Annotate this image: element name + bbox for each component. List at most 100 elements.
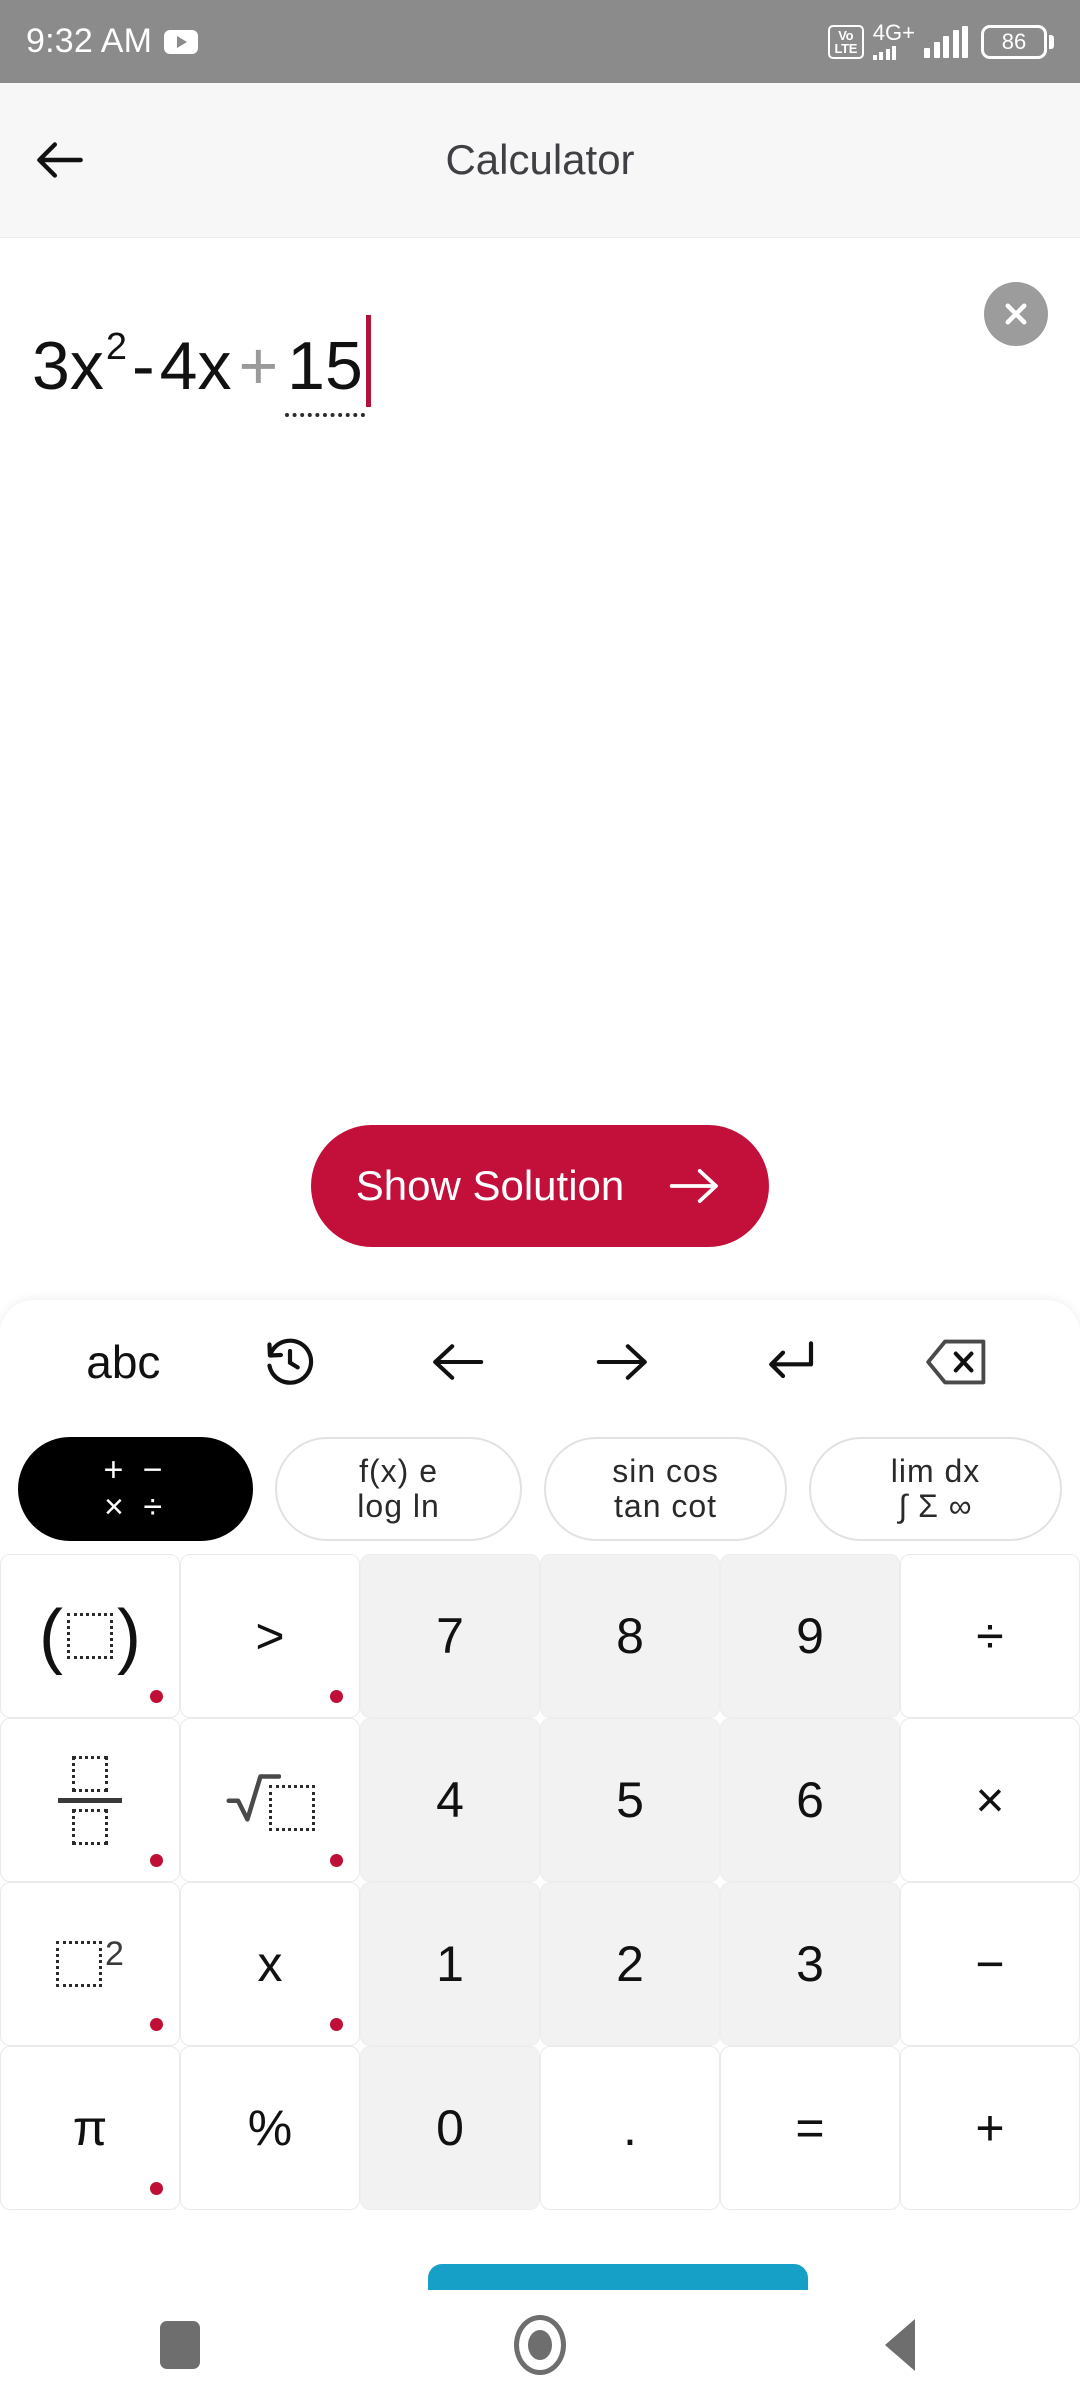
recents-button[interactable] [0,2321,360,2369]
key-decimal-point[interactable]: . [540,2046,720,2210]
battery-icon: 86 [981,24,1054,59]
chip-trigonometry-row2: tan cot [614,1488,718,1524]
back-button[interactable] [0,83,120,238]
chip-functions[interactable]: f(x) e log ln [275,1437,523,1541]
history-button[interactable] [207,1300,374,1424]
network-mini-bars-icon [872,43,897,60]
key-3[interactable]: 3 [720,1882,900,2046]
key-multiply[interactable]: × [900,1718,1080,1882]
key-2-label: 2 [616,1936,644,1992]
key-7-label: 7 [436,1608,464,1664]
chip-trigonometry-row1: sin cos [612,1453,719,1490]
status-bar-left: 9:32 AM [26,22,199,61]
back-nav-button[interactable] [720,2319,1080,2371]
key-minus-label: − [975,1936,1005,1992]
key-parentheses[interactable]: () [0,1554,180,1718]
long-press-indicator [150,2182,163,2195]
key-percent[interactable]: % [180,2046,360,2210]
expression-exponent-1: 2 [105,326,127,368]
expression-term-3: 15 [285,328,365,417]
key-multiply-label: × [975,1772,1005,1828]
keyboard-toolbar: abc [0,1300,1080,1424]
key-pi-label: π [72,2100,108,2156]
key-plus-label: + [975,2100,1005,2156]
key-8-label: 8 [616,1608,644,1664]
math-keyboard: abc + − × ÷ f(x) e log ln sin cos tan co… [0,1300,1080,2300]
square-root-glyph [225,1769,315,1831]
key-plus[interactable]: + [900,2046,1080,2210]
back-arrow-icon [37,142,83,178]
key-decimal-point-label: . [623,2100,637,2156]
keypad-grid: () >7 8 9 ÷ 4 5 6 × 2 x 1 2 3 − π% 0. = + [0,1554,1080,2210]
key-5-label: 5 [616,1772,644,1828]
expression-display[interactable]: 3x 2 - 4x + 15 [32,297,371,417]
volte-line-2: LTE [834,40,858,56]
key-variable-x-label: x [257,1936,283,1992]
long-press-indicator [150,2018,163,2031]
long-press-indicator [150,1854,163,1867]
enter-button[interactable] [707,1300,874,1424]
chip-calculus[interactable]: lim dx ∫ Σ ∞ [809,1437,1062,1541]
key-square-root[interactable] [180,1718,360,1882]
key-4[interactable]: 4 [360,1718,540,1882]
key-pi[interactable]: π [0,2046,180,2210]
chip-functions-row2: log ln [357,1488,440,1524]
key-0[interactable]: 0 [360,2046,540,2210]
cursor-right-button[interactable] [540,1300,707,1424]
show-solution-button[interactable]: Show Solution [311,1125,769,1247]
long-press-indicator [150,1690,163,1703]
key-divide-label: ÷ [976,1608,1004,1664]
expression-term-2: 4x [159,328,232,404]
clear-expression-button[interactable] [984,282,1048,346]
backspace-icon [925,1339,986,1385]
arrow-left-icon [432,1344,483,1380]
page-title: Calculator [445,136,635,183]
show-solution-label: Show Solution [355,1162,625,1209]
chip-functions-row1: f(x) e [359,1453,438,1490]
key-4-label: 4 [436,1772,464,1828]
volte-icon: Vo LTE [827,24,864,59]
app-bar: Calculator [0,83,1080,238]
recents-icon [160,2321,200,2369]
solution-button-container: Show Solution [0,1125,1080,1247]
fraction-glyph [58,1755,122,1845]
android-navigation-bar [0,2290,1080,2400]
key-2[interactable]: 2 [540,1882,720,2046]
backspace-button[interactable] [873,1300,1040,1424]
status-clock: 9:32 AM [26,22,153,60]
key-7[interactable]: 7 [360,1554,540,1718]
chip-calculus-row1: lim dx [890,1453,981,1490]
key-minus[interactable]: − [900,1882,1080,2046]
home-icon [514,2315,566,2375]
close-icon [1005,303,1027,325]
calculator-screen: 9:32 AM Vo LTE 4G+ 86 Calculator 3x 2 - … [0,0,1080,2400]
chip-trigonometry[interactable]: sin cos tan cot [544,1437,788,1541]
key-1[interactable]: 1 [360,1882,540,2046]
history-icon [267,1338,314,1385]
key-6[interactable]: 6 [720,1718,900,1882]
status-bar: 9:32 AM Vo LTE 4G+ 86 [0,0,1080,83]
key-8[interactable]: 8 [540,1554,720,1718]
cursor-left-button[interactable] [373,1300,540,1424]
key-0-label: 0 [436,2100,464,2156]
abc-key[interactable]: abc [40,1300,207,1424]
enter-icon [769,1341,814,1379]
arrow-right-icon [597,1344,648,1380]
key-divide[interactable]: ÷ [900,1554,1080,1718]
key-3-label: 3 [796,1936,824,1992]
key-power[interactable]: 2 [0,1882,180,2046]
expression-term-1: 3x [32,328,104,404]
key-greater-than[interactable]: > [180,1554,360,1718]
key-5[interactable]: 5 [540,1718,720,1882]
key-variable-x[interactable]: x [180,1882,360,2046]
key-equals[interactable]: = [720,2046,900,2210]
key-9[interactable]: 9 [720,1554,900,1718]
signal-strength-icon [924,25,968,58]
chip-arithmetic-row2: × ÷ [104,1488,167,1526]
power-glyph: 2 [56,1935,124,1987]
home-button[interactable] [360,2315,720,2375]
long-press-indicator [330,1690,343,1703]
chip-arithmetic[interactable]: + − × ÷ [18,1437,254,1541]
expression-operator-plus: + [238,328,279,404]
key-fraction[interactable] [0,1718,180,1882]
